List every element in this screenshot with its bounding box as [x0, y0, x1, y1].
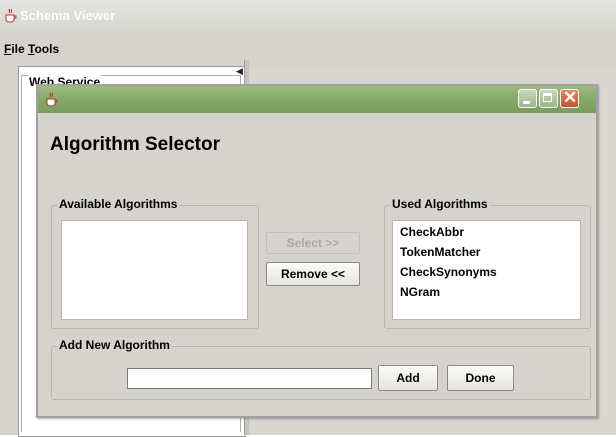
used-algorithms-list[interactable]: CheckAbbr TokenMatcher CheckSynonyms NGr… [392, 220, 581, 320]
available-algorithms-group: Available Algorithms [51, 197, 259, 329]
menu-file-label: ile [11, 42, 25, 56]
algorithm-selector-dialog: ✕ Algorithm Selector Available Algorithm… [36, 84, 598, 418]
list-item[interactable]: TokenMatcher [393, 242, 580, 262]
used-algorithms-title: Used Algorithms [390, 197, 490, 211]
remove-button[interactable]: Remove << [266, 262, 360, 286]
close-icon[interactable]: ✕ [560, 88, 579, 108]
list-item[interactable]: CheckAbbr [393, 222, 580, 242]
list-item[interactable]: CheckSynonyms [393, 262, 580, 282]
done-button[interactable]: Done [447, 365, 514, 391]
dialog-heading: Algorithm Selector [50, 134, 220, 155]
java-cup-icon [46, 92, 58, 107]
java-cup-icon [5, 8, 17, 23]
menu-tools[interactable]: Tools [28, 42, 59, 56]
select-button[interactable]: Select >> [266, 232, 360, 254]
available-algorithms-list[interactable] [61, 220, 248, 320]
menu-tools-label: ools [34, 42, 60, 56]
add-new-algorithm-title: Add New Algorithm [57, 338, 172, 352]
dialog-titlebar[interactable]: ✕ [38, 86, 596, 113]
new-algorithm-input[interactable] [127, 368, 372, 389]
main-titlebar[interactable]: Schema Viewer [0, 0, 616, 30]
split-collapse-icon[interactable]: ◀ [236, 66, 243, 77]
list-item[interactable]: NGram [393, 282, 580, 302]
window-title: Schema Viewer [20, 8, 116, 23]
menu-file[interactable]: File [4, 42, 25, 56]
add-new-algorithm-group: Add New Algorithm Add Done [51, 338, 591, 400]
add-button[interactable]: Add [378, 365, 438, 391]
minimize-icon[interactable] [518, 89, 537, 108]
maximize-icon[interactable] [539, 89, 558, 108]
used-algorithms-group: Used Algorithms CheckAbbr TokenMatcher C… [384, 197, 591, 329]
available-algorithms-title: Available Algorithms [57, 197, 180, 211]
menubar: File Tools [0, 40, 616, 60]
